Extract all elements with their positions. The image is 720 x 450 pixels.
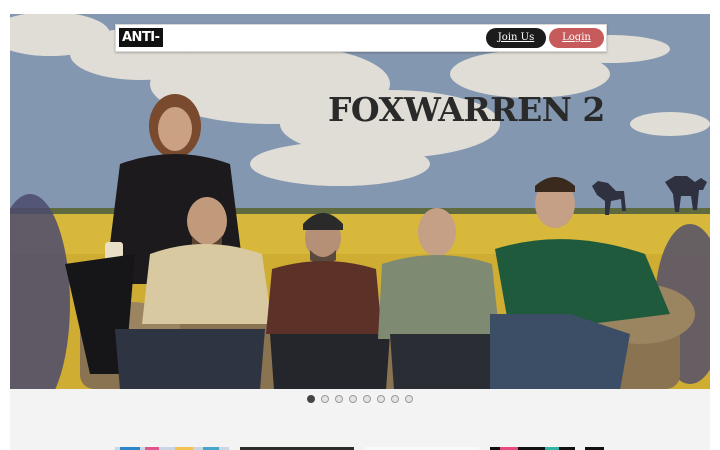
carousel-dot-5[interactable] [363,395,371,403]
anti-logo[interactable]: ANTI- [119,28,163,47]
carousel-dot-3[interactable] [335,395,343,403]
carousel-dot-1[interactable] [307,395,315,403]
join-us-button[interactable]: Join Us [486,28,546,48]
carousel-dot-7[interactable] [391,395,399,403]
carousel-dot-8[interactable] [405,395,413,403]
hero-banner[interactable]: FOXWARREN 2 ANTI- Join Us Login [10,14,710,389]
carousel-indicators [10,395,710,407]
hero-title: FOXWARREN 2 [328,90,605,129]
album-thumb-1[interactable] [115,441,229,450]
carousel-dot-6[interactable] [377,395,385,403]
album-thumbnails [115,441,605,450]
page-background: FOXWARREN 2 ANTI- Join Us Login [10,14,710,450]
carousel-dot-4[interactable] [349,395,357,403]
login-button[interactable]: Login [549,28,604,48]
top-navbar: ANTI- Join Us Login [115,24,607,52]
album-thumb-2[interactable] [240,441,354,450]
carousel-dot-2[interactable] [321,395,329,403]
hero-image [10,14,710,389]
album-thumb-3[interactable] [365,441,479,450]
album-thumb-4[interactable] [490,441,604,450]
